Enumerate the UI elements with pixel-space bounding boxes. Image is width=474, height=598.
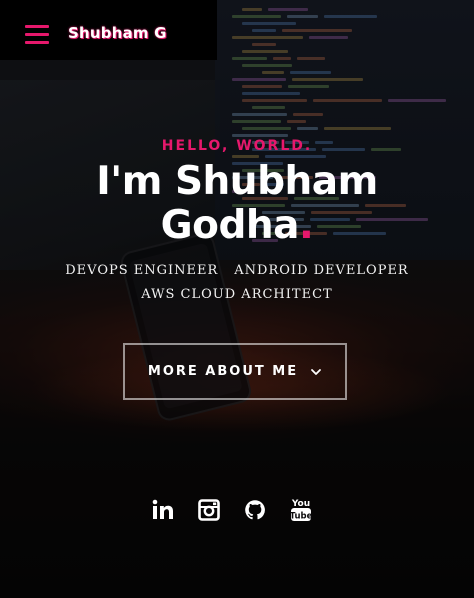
hero-title-line-1: I'm Shubham [96,159,378,204]
site-header: Shubham G [0,0,217,60]
github-icon[interactable] [243,497,267,523]
more-about-me-label: MORE ABOUT ME [147,364,299,379]
chevron-down-icon [311,368,321,375]
hero-roles-row-2: AWS CLOUD ARCHITECT [0,287,474,302]
role-devops: DEVOPS ENGINEER [65,263,219,278]
youtube-icon[interactable]: You Tube [289,497,313,523]
social-links: You Tube [0,497,474,527]
role-aws: AWS CLOUD ARCHITECT [141,287,333,302]
hero-title: I'm Shubham Godha. [0,160,474,248]
linkedin-icon[interactable] [151,497,175,523]
hero-greeting: HELLO, WORLD. [161,138,313,154]
site-brand[interactable]: Shubham G [68,24,167,42]
hero-roles-row-1: DEVOPS ENGINEER ANDROID DEVELOPER [0,263,474,278]
role-android: ANDROID DEVELOPER [234,263,409,278]
svg-text:You: You [290,499,309,509]
instagram-icon[interactable] [197,497,221,523]
more-about-me-button[interactable]: MORE ABOUT ME [123,343,347,400]
svg-text:Tube: Tube [290,512,312,522]
hamburger-menu-icon[interactable] [25,25,49,45]
hero-title-line-2: Godha [160,203,300,248]
hero-title-dot: . [298,203,314,248]
